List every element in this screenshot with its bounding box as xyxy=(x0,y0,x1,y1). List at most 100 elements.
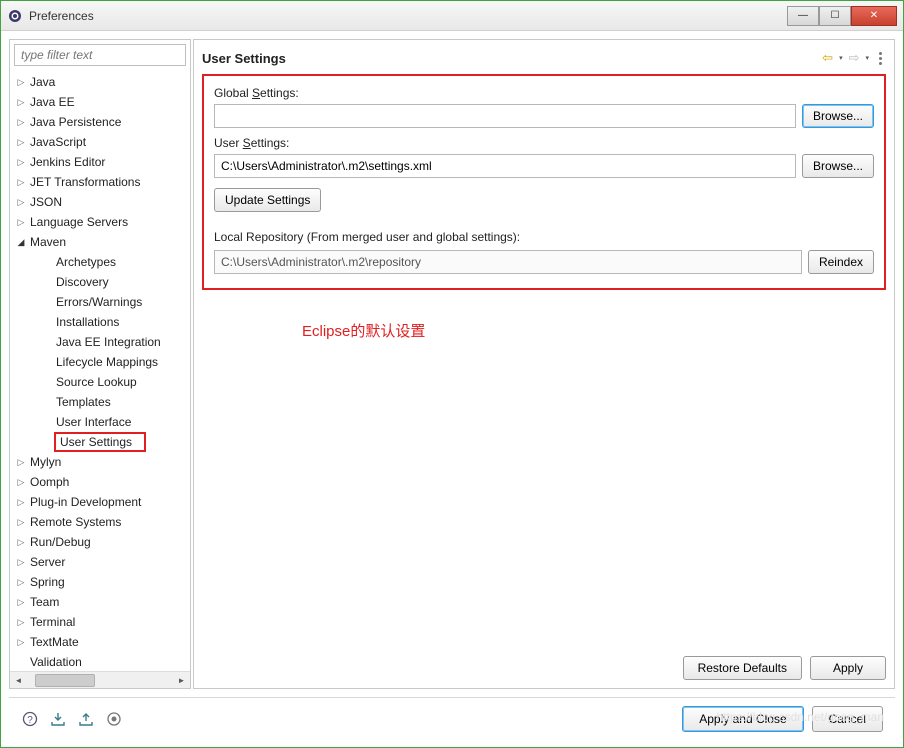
tree-item-errors-warnings[interactable]: Errors/Warnings xyxy=(10,292,190,312)
window-title: Preferences xyxy=(29,9,787,23)
global-settings-input[interactable] xyxy=(214,104,796,128)
expand-icon[interactable]: ▷ xyxy=(14,197,28,208)
expand-icon[interactable]: ▷ xyxy=(14,117,28,128)
tree-item-javascript[interactable]: ▷JavaScript xyxy=(10,132,190,152)
tree-item-language-servers[interactable]: ▷Language Servers xyxy=(10,212,190,232)
view-menu-icon[interactable] xyxy=(875,52,886,65)
update-settings-button[interactable]: Update Settings xyxy=(214,188,321,212)
expand-icon[interactable]: ▷ xyxy=(14,177,28,188)
tree-item-java-ee-integration[interactable]: Java EE Integration xyxy=(10,332,190,352)
global-settings-label: Global Settings: xyxy=(214,86,874,100)
tree-label: Archetypes xyxy=(54,255,118,269)
forward-dropdown-icon[interactable]: ▾ xyxy=(865,54,869,62)
apply-and-close-button[interactable]: Apply and Close xyxy=(682,706,803,732)
collapse-icon[interactable]: ◢ xyxy=(14,237,28,248)
expand-icon[interactable]: ▷ xyxy=(14,97,28,108)
tree-item-run-debug[interactable]: ▷Run/Debug xyxy=(10,532,190,552)
tree-item-installations[interactable]: Installations xyxy=(10,312,190,332)
svg-text:?: ? xyxy=(27,715,33,726)
tree-item-jenkins-editor[interactable]: ▷Jenkins Editor xyxy=(10,152,190,172)
local-repo-label: Local Repository (From merged user and g… xyxy=(214,230,874,244)
tree-item-server[interactable]: ▷Server xyxy=(10,552,190,572)
reindex-button[interactable]: Reindex xyxy=(808,250,874,274)
horizontal-scrollbar[interactable]: ◄ ► xyxy=(10,671,190,688)
settings-highlight-box: Global Settings: Browse... User Settings… xyxy=(202,74,886,290)
expand-icon[interactable]: ▷ xyxy=(14,477,28,488)
user-settings-input[interactable] xyxy=(214,154,796,178)
tree-item-templates[interactable]: Templates xyxy=(10,392,190,412)
expand-icon[interactable]: ▷ xyxy=(14,577,28,588)
tree-label: User Interface xyxy=(54,415,133,429)
tree-item-lifecycle-mappings[interactable]: Lifecycle Mappings xyxy=(10,352,190,372)
tree-item-spring[interactable]: ▷Spring xyxy=(10,572,190,592)
tree-label: Maven xyxy=(28,235,68,249)
tree-label: Remote Systems xyxy=(28,515,123,529)
tree-label: Installations xyxy=(54,315,121,329)
tree-item-remote-systems[interactable]: ▷Remote Systems xyxy=(10,512,190,532)
export-icon[interactable] xyxy=(77,710,95,728)
back-dropdown-icon[interactable]: ▾ xyxy=(839,54,843,62)
tree-label: Server xyxy=(28,555,67,569)
maximize-button[interactable]: ☐ xyxy=(819,6,851,26)
tree-item-user-settings[interactable]: User Settings xyxy=(10,432,190,452)
import-icon[interactable] xyxy=(49,710,67,728)
apply-button[interactable]: Apply xyxy=(810,656,886,680)
sidebar: ▷Java▷Java EE▷Java Persistence▷JavaScrip… xyxy=(9,39,191,689)
tree-item-archetypes[interactable]: Archetypes xyxy=(10,252,190,272)
restore-defaults-button[interactable]: Restore Defaults xyxy=(683,656,802,680)
expand-icon[interactable]: ▷ xyxy=(14,77,28,88)
expand-icon[interactable]: ▷ xyxy=(14,597,28,608)
expand-icon[interactable]: ▷ xyxy=(14,637,28,648)
cancel-button[interactable]: Cancel xyxy=(812,706,883,732)
tree-item-team[interactable]: ▷Team xyxy=(10,592,190,612)
tree-item-terminal[interactable]: ▷Terminal xyxy=(10,612,190,632)
tree-item-user-interface[interactable]: User Interface xyxy=(10,412,190,432)
minimize-button[interactable]: — xyxy=(787,6,819,26)
tree-label: Team xyxy=(28,595,61,609)
filter-input[interactable] xyxy=(14,44,186,66)
tree-item-discovery[interactable]: Discovery xyxy=(10,272,190,292)
help-icon[interactable]: ? xyxy=(21,710,39,728)
expand-icon[interactable]: ▷ xyxy=(14,537,28,548)
expand-icon[interactable]: ▷ xyxy=(14,217,28,228)
tree-label: Spring xyxy=(28,575,67,589)
back-icon[interactable]: ⇦ xyxy=(822,50,833,66)
user-browse-button[interactable]: Browse... xyxy=(802,154,874,178)
expand-icon[interactable]: ▷ xyxy=(14,457,28,468)
tree-label: Java EE xyxy=(28,95,77,109)
tree-label: Validation xyxy=(28,655,84,669)
preferences-tree[interactable]: ▷Java▷Java EE▷Java Persistence▷JavaScrip… xyxy=(10,70,190,671)
tree-label: Terminal xyxy=(28,615,77,629)
forward-icon[interactable]: ⇨ xyxy=(849,50,860,66)
expand-icon[interactable]: ▷ xyxy=(14,517,28,528)
settings-page: User Settings ⇦ ▾ ⇨ ▾ Global Settings: B… xyxy=(193,39,895,689)
close-button[interactable]: ✕ xyxy=(851,6,897,26)
tree-label: JET Transformations xyxy=(28,175,142,189)
expand-icon[interactable]: ▷ xyxy=(14,557,28,568)
user-settings-label: User Settings: xyxy=(214,136,874,150)
page-title: User Settings xyxy=(202,51,822,66)
record-icon[interactable] xyxy=(105,710,123,728)
expand-icon[interactable]: ▷ xyxy=(14,137,28,148)
tree-label: User Settings xyxy=(54,432,146,452)
tree-item-source-lookup[interactable]: Source Lookup xyxy=(10,372,190,392)
tree-item-maven[interactable]: ◢Maven xyxy=(10,232,190,252)
tree-item-mylyn[interactable]: ▷Mylyn xyxy=(10,452,190,472)
tree-item-java-ee[interactable]: ▷Java EE xyxy=(10,92,190,112)
tree-item-validation[interactable]: Validation xyxy=(10,652,190,671)
tree-item-java-persistence[interactable]: ▷Java Persistence xyxy=(10,112,190,132)
tree-item-oomph[interactable]: ▷Oomph xyxy=(10,472,190,492)
tree-label: Jenkins Editor xyxy=(28,155,107,169)
dialog-footer: ? Apply and Close Cancel xyxy=(9,697,895,739)
tree-item-java[interactable]: ▷Java xyxy=(10,72,190,92)
tree-item-textmate[interactable]: ▷TextMate xyxy=(10,632,190,652)
tree-item-jet-transformations[interactable]: ▷JET Transformations xyxy=(10,172,190,192)
expand-icon[interactable]: ▷ xyxy=(14,617,28,628)
expand-icon[interactable]: ▷ xyxy=(14,497,28,508)
tree-item-plug-in-development[interactable]: ▷Plug-in Development xyxy=(10,492,190,512)
expand-icon[interactable]: ▷ xyxy=(14,157,28,168)
global-browse-button[interactable]: Browse... xyxy=(802,104,874,128)
tree-label: Language Servers xyxy=(28,215,130,229)
tree-label: Plug-in Development xyxy=(28,495,143,509)
tree-item-json[interactable]: ▷JSON xyxy=(10,192,190,212)
